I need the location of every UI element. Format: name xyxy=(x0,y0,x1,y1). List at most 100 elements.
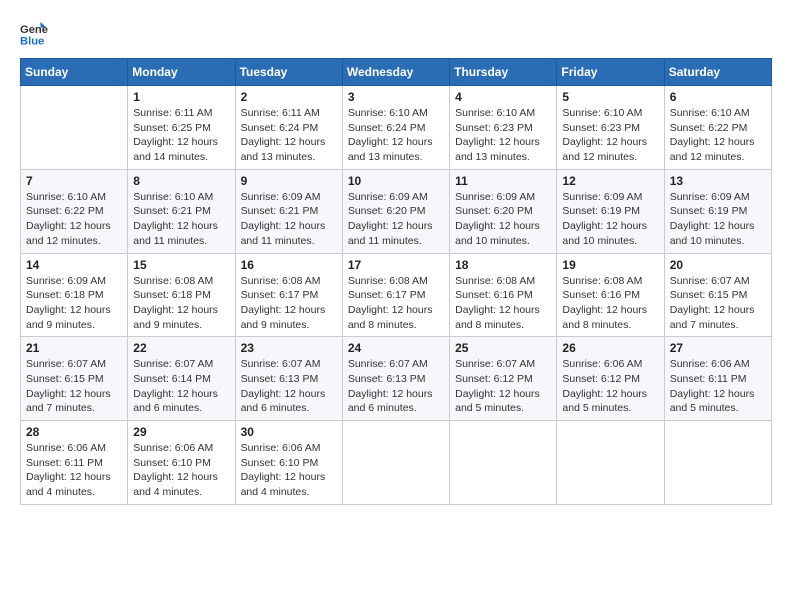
column-header-saturday: Saturday xyxy=(664,59,771,86)
logo-icon: General Blue xyxy=(20,20,48,48)
day-number: 5 xyxy=(562,90,658,104)
day-number: 10 xyxy=(348,174,444,188)
calendar-cell: 12 Sunrise: 6:09 AMSunset: 6:19 PMDaylig… xyxy=(557,169,664,253)
calendar-cell xyxy=(342,421,449,505)
day-number: 28 xyxy=(26,425,122,439)
day-info: Sunrise: 6:11 AMSunset: 6:25 PMDaylight:… xyxy=(133,106,229,165)
calendar-cell xyxy=(21,86,128,170)
calendar-cell xyxy=(664,421,771,505)
day-info: Sunrise: 6:08 AMSunset: 6:17 PMDaylight:… xyxy=(348,274,444,333)
calendar-week-3: 14 Sunrise: 6:09 AMSunset: 6:18 PMDaylig… xyxy=(21,253,772,337)
day-info: Sunrise: 6:09 AMSunset: 6:19 PMDaylight:… xyxy=(670,190,766,249)
calendar-cell: 28 Sunrise: 6:06 AMSunset: 6:11 PMDaylig… xyxy=(21,421,128,505)
calendar-cell: 10 Sunrise: 6:09 AMSunset: 6:20 PMDaylig… xyxy=(342,169,449,253)
calendar-cell: 19 Sunrise: 6:08 AMSunset: 6:16 PMDaylig… xyxy=(557,253,664,337)
day-number: 26 xyxy=(562,341,658,355)
day-number: 12 xyxy=(562,174,658,188)
day-info: Sunrise: 6:07 AMSunset: 6:13 PMDaylight:… xyxy=(348,357,444,416)
day-info: Sunrise: 6:10 AMSunset: 6:22 PMDaylight:… xyxy=(670,106,766,165)
column-header-friday: Friday xyxy=(557,59,664,86)
calendar-cell: 5 Sunrise: 6:10 AMSunset: 6:23 PMDayligh… xyxy=(557,86,664,170)
day-number: 23 xyxy=(241,341,337,355)
day-number: 19 xyxy=(562,258,658,272)
calendar-cell: 24 Sunrise: 6:07 AMSunset: 6:13 PMDaylig… xyxy=(342,337,449,421)
day-number: 4 xyxy=(455,90,551,104)
calendar-cell: 29 Sunrise: 6:06 AMSunset: 6:10 PMDaylig… xyxy=(128,421,235,505)
calendar-cell: 16 Sunrise: 6:08 AMSunset: 6:17 PMDaylig… xyxy=(235,253,342,337)
day-number: 2 xyxy=(241,90,337,104)
day-info: Sunrise: 6:09 AMSunset: 6:20 PMDaylight:… xyxy=(348,190,444,249)
day-info: Sunrise: 6:10 AMSunset: 6:22 PMDaylight:… xyxy=(26,190,122,249)
column-header-thursday: Thursday xyxy=(450,59,557,86)
day-number: 21 xyxy=(26,341,122,355)
calendar-cell xyxy=(450,421,557,505)
column-header-tuesday: Tuesday xyxy=(235,59,342,86)
day-number: 20 xyxy=(670,258,766,272)
day-info: Sunrise: 6:06 AMSunset: 6:10 PMDaylight:… xyxy=(241,441,337,500)
day-info: Sunrise: 6:08 AMSunset: 6:17 PMDaylight:… xyxy=(241,274,337,333)
calendar-week-2: 7 Sunrise: 6:10 AMSunset: 6:22 PMDayligh… xyxy=(21,169,772,253)
day-info: Sunrise: 6:08 AMSunset: 6:16 PMDaylight:… xyxy=(562,274,658,333)
day-number: 9 xyxy=(241,174,337,188)
calendar-week-5: 28 Sunrise: 6:06 AMSunset: 6:11 PMDaylig… xyxy=(21,421,772,505)
calendar-week-1: 1 Sunrise: 6:11 AMSunset: 6:25 PMDayligh… xyxy=(21,86,772,170)
day-info: Sunrise: 6:09 AMSunset: 6:18 PMDaylight:… xyxy=(26,274,122,333)
day-info: Sunrise: 6:07 AMSunset: 6:15 PMDaylight:… xyxy=(26,357,122,416)
day-number: 15 xyxy=(133,258,229,272)
calendar-cell: 25 Sunrise: 6:07 AMSunset: 6:12 PMDaylig… xyxy=(450,337,557,421)
day-number: 27 xyxy=(670,341,766,355)
day-number: 17 xyxy=(348,258,444,272)
day-number: 6 xyxy=(670,90,766,104)
day-number: 3 xyxy=(348,90,444,104)
day-number: 25 xyxy=(455,341,551,355)
calendar-cell xyxy=(557,421,664,505)
day-number: 16 xyxy=(241,258,337,272)
day-info: Sunrise: 6:08 AMSunset: 6:18 PMDaylight:… xyxy=(133,274,229,333)
calendar-cell: 2 Sunrise: 6:11 AMSunset: 6:24 PMDayligh… xyxy=(235,86,342,170)
svg-text:Blue: Blue xyxy=(20,35,44,47)
day-number: 8 xyxy=(133,174,229,188)
day-number: 18 xyxy=(455,258,551,272)
day-info: Sunrise: 6:09 AMSunset: 6:20 PMDaylight:… xyxy=(455,190,551,249)
calendar-cell: 7 Sunrise: 6:10 AMSunset: 6:22 PMDayligh… xyxy=(21,169,128,253)
day-info: Sunrise: 6:10 AMSunset: 6:23 PMDaylight:… xyxy=(455,106,551,165)
calendar-cell: 17 Sunrise: 6:08 AMSunset: 6:17 PMDaylig… xyxy=(342,253,449,337)
day-info: Sunrise: 6:06 AMSunset: 6:11 PMDaylight:… xyxy=(670,357,766,416)
calendar: SundayMondayTuesdayWednesdayThursdayFrid… xyxy=(20,58,772,505)
day-info: Sunrise: 6:10 AMSunset: 6:23 PMDaylight:… xyxy=(562,106,658,165)
logo: General Blue xyxy=(20,20,52,48)
column-header-sunday: Sunday xyxy=(21,59,128,86)
calendar-cell: 27 Sunrise: 6:06 AMSunset: 6:11 PMDaylig… xyxy=(664,337,771,421)
day-info: Sunrise: 6:07 AMSunset: 6:13 PMDaylight:… xyxy=(241,357,337,416)
calendar-cell: 9 Sunrise: 6:09 AMSunset: 6:21 PMDayligh… xyxy=(235,169,342,253)
calendar-week-4: 21 Sunrise: 6:07 AMSunset: 6:15 PMDaylig… xyxy=(21,337,772,421)
day-number: 29 xyxy=(133,425,229,439)
day-info: Sunrise: 6:09 AMSunset: 6:21 PMDaylight:… xyxy=(241,190,337,249)
calendar-cell: 4 Sunrise: 6:10 AMSunset: 6:23 PMDayligh… xyxy=(450,86,557,170)
day-number: 11 xyxy=(455,174,551,188)
calendar-cell: 18 Sunrise: 6:08 AMSunset: 6:16 PMDaylig… xyxy=(450,253,557,337)
calendar-cell: 20 Sunrise: 6:07 AMSunset: 6:15 PMDaylig… xyxy=(664,253,771,337)
calendar-cell: 8 Sunrise: 6:10 AMSunset: 6:21 PMDayligh… xyxy=(128,169,235,253)
day-info: Sunrise: 6:09 AMSunset: 6:19 PMDaylight:… xyxy=(562,190,658,249)
day-number: 14 xyxy=(26,258,122,272)
calendar-cell: 22 Sunrise: 6:07 AMSunset: 6:14 PMDaylig… xyxy=(128,337,235,421)
day-info: Sunrise: 6:10 AMSunset: 6:21 PMDaylight:… xyxy=(133,190,229,249)
column-header-monday: Monday xyxy=(128,59,235,86)
day-info: Sunrise: 6:11 AMSunset: 6:24 PMDaylight:… xyxy=(241,106,337,165)
calendar-cell: 26 Sunrise: 6:06 AMSunset: 6:12 PMDaylig… xyxy=(557,337,664,421)
day-info: Sunrise: 6:06 AMSunset: 6:10 PMDaylight:… xyxy=(133,441,229,500)
day-info: Sunrise: 6:07 AMSunset: 6:15 PMDaylight:… xyxy=(670,274,766,333)
day-info: Sunrise: 6:10 AMSunset: 6:24 PMDaylight:… xyxy=(348,106,444,165)
calendar-cell: 30 Sunrise: 6:06 AMSunset: 6:10 PMDaylig… xyxy=(235,421,342,505)
day-number: 24 xyxy=(348,341,444,355)
calendar-cell: 23 Sunrise: 6:07 AMSunset: 6:13 PMDaylig… xyxy=(235,337,342,421)
day-info: Sunrise: 6:08 AMSunset: 6:16 PMDaylight:… xyxy=(455,274,551,333)
day-number: 1 xyxy=(133,90,229,104)
day-number: 22 xyxy=(133,341,229,355)
calendar-cell: 1 Sunrise: 6:11 AMSunset: 6:25 PMDayligh… xyxy=(128,86,235,170)
calendar-cell: 3 Sunrise: 6:10 AMSunset: 6:24 PMDayligh… xyxy=(342,86,449,170)
day-info: Sunrise: 6:06 AMSunset: 6:11 PMDaylight:… xyxy=(26,441,122,500)
day-info: Sunrise: 6:07 AMSunset: 6:12 PMDaylight:… xyxy=(455,357,551,416)
calendar-cell: 15 Sunrise: 6:08 AMSunset: 6:18 PMDaylig… xyxy=(128,253,235,337)
